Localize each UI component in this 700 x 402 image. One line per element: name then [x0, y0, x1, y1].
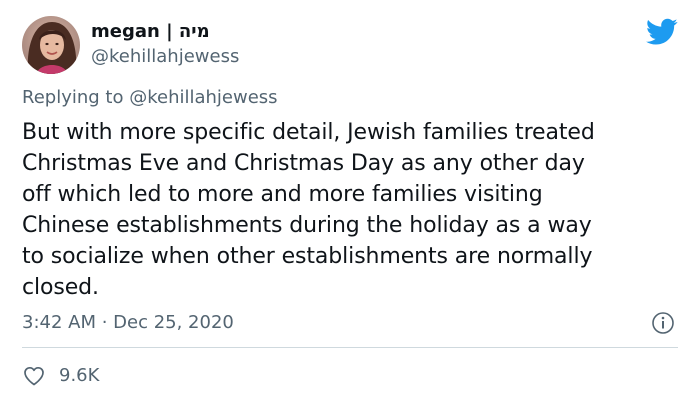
tweet-text-line: Christmas Eve and Christmas Day as any o… [22, 151, 585, 176]
tweet-text-line: But with more specific detail, Jewish fa… [22, 120, 595, 145]
avatar-image [22, 16, 80, 74]
tweet-text-line: to socialize when other establishments a… [22, 244, 593, 269]
tweet-text-line: closed. [22, 275, 99, 300]
author-handle[interactable]: @kehillahjewess [91, 45, 239, 69]
like-count: 9.6K [59, 365, 100, 386]
tweet-text-line: Chinese establishments during the holida… [22, 213, 592, 238]
reply-context: Replying to @kehillahjewess [22, 86, 278, 110]
heart-icon[interactable] [22, 364, 46, 388]
tweet-text-line: off which led to more and more families … [22, 182, 543, 207]
avatar[interactable] [22, 16, 80, 74]
twitter-bird-icon[interactable] [646, 18, 678, 46]
tweet-timestamp[interactable]: 3:42 AM · Dec 25, 2020 [22, 311, 234, 335]
info-icon[interactable] [651, 311, 675, 335]
like-button[interactable]: 9.6K [22, 364, 99, 388]
author-name[interactable]: megan | מיה [91, 20, 210, 44]
reply-mention-link[interactable]: @kehillahjewess [129, 87, 277, 108]
reply-prefix: Replying to [22, 87, 124, 108]
tweet-text: But with more specific detail, Jewish fa… [22, 117, 682, 303]
divider [22, 347, 678, 348]
